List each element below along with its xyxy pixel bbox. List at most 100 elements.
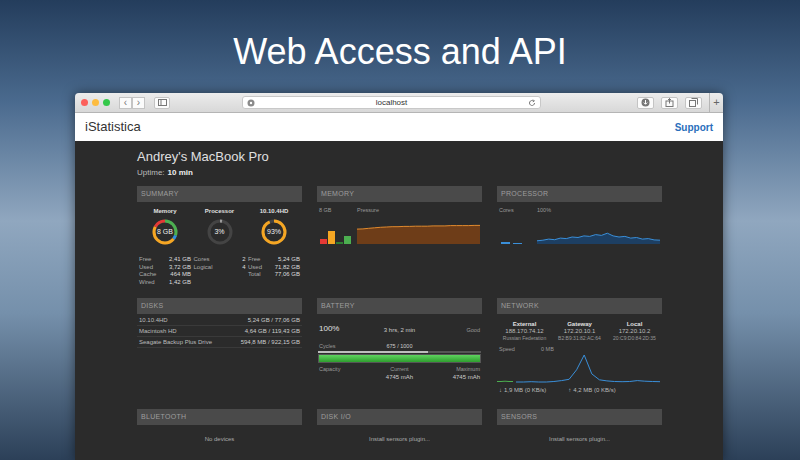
- disk-name: Macintosh HD: [139, 327, 177, 335]
- toolbar-button[interactable]: [661, 97, 678, 109]
- browser-toolbar: ‹› localhost +: [75, 93, 723, 113]
- current-capacity: 4745 mAh: [373, 373, 427, 381]
- address-label: Local: [627, 320, 643, 328]
- load-area: [537, 233, 660, 244]
- scale-label: 100%: [537, 207, 551, 214]
- window-button[interactable]: [92, 99, 99, 106]
- gauge-stats: Cores2Logical4: [194, 256, 246, 271]
- disk-io-panel: DISK I/OInstall sensors plugin...: [317, 409, 482, 443]
- stat-value: 2,41 GB: [169, 256, 191, 264]
- gauge-segment: [154, 221, 176, 243]
- stat-label: Used: [248, 264, 262, 272]
- hero-title: Web Access and API: [233, 30, 567, 93]
- address-ip: 172.20.10.2: [619, 328, 651, 335]
- sidebar-button[interactable]: [154, 97, 170, 109]
- toolbar-button[interactable]: [637, 97, 654, 109]
- capacity-spacer: [319, 373, 373, 381]
- support-link[interactable]: Support: [675, 120, 713, 135]
- stat-label: Free: [248, 256, 260, 264]
- address-detail: Russian Federation: [503, 335, 546, 342]
- gauge-label: Processor: [205, 207, 234, 215]
- window-button[interactable]: [81, 99, 88, 106]
- processor-panel: PROCESSORCores100%: [497, 186, 662, 290]
- panel-body: No devices: [137, 425, 302, 443]
- stat-value: 464 MB: [170, 271, 191, 279]
- pressure-label: Pressure: [357, 207, 379, 214]
- gauges: Memory8 GBFree2,41 GBUsed3,72 GBCache464…: [137, 202, 302, 286]
- panel-title: BLUETOOTH: [137, 409, 302, 425]
- disk-name: Seagate Backup Plus Drive: [139, 338, 212, 346]
- upload-series: [516, 355, 660, 382]
- battery-health: Good: [426, 326, 480, 334]
- gauge-track: [263, 221, 285, 243]
- panel-message: Install sensors plugin...: [317, 425, 482, 443]
- summary-panel: SUMMARYMemory8 GBFree2,41 GBUsed3,72 GBC…: [137, 186, 302, 290]
- cycles-row: Cycles675 / 1000: [317, 343, 482, 350]
- panel-body: 100%3 hrs, 2 minGood Cycles675 / 1000 Capa…: [317, 314, 482, 401]
- address-column: Gateway172.20.10.1B2:B9:31:82:AC:64: [552, 320, 607, 342]
- gauge-fill: [209, 221, 231, 243]
- disk-usage: 5,24 GB / 77,06 GB: [248, 316, 300, 324]
- sidebar-icon: [158, 99, 167, 106]
- gauge-arcs: [263, 221, 285, 243]
- battery-time: 3 hrs, 2 min: [373, 326, 427, 334]
- pressure-chart: [357, 217, 480, 244]
- address-ip: 188.170.74.12: [505, 328, 543, 335]
- capacity-label: Maximum: [426, 366, 480, 373]
- gauge-segment: [154, 221, 176, 243]
- upload-line: [516, 355, 660, 382]
- stat-label: Wired: [139, 279, 155, 287]
- hero: Web Access and API: [0, 0, 800, 93]
- core-bar: [513, 243, 522, 244]
- app-logo: iStatistica: [85, 117, 141, 137]
- gauge-color: [263, 221, 285, 243]
- stat-label: Total: [248, 271, 261, 279]
- disk-usage: 594,8 MB / 922,15 GB: [241, 338, 300, 346]
- panel-message: No devices: [137, 425, 302, 443]
- capacity-values: 4745 mAh4745 mAh: [317, 373, 482, 381]
- address-bar[interactable]: localhost: [242, 96, 541, 109]
- memory-bar: [344, 236, 351, 244]
- cycles-label: Cycles: [319, 343, 373, 350]
- address-detail: 20:C9:D0:84:2D:35: [613, 335, 656, 342]
- panel-body: External188.170.74.12Russian FederationG…: [497, 314, 662, 401]
- window-button[interactable]: [103, 99, 110, 106]
- gauge-value: 93%: [267, 228, 281, 236]
- new-tab-button[interactable]: +: [709, 93, 723, 113]
- panel-body: Cores100%: [497, 202, 662, 290]
- stat-label: Free: [139, 256, 151, 264]
- toolbar-button[interactable]: [685, 97, 702, 109]
- gauge-column: Memory8 GBFree2,41 GBUsed3,72 GBCache464…: [139, 207, 191, 286]
- memory-panel: MEMORY8 GBPressure: [317, 186, 482, 290]
- download-line: [497, 381, 513, 382]
- nav-button[interactable]: ›: [132, 97, 145, 109]
- stat-row: Total77,06 GB: [248, 271, 300, 279]
- stat-label: Cores: [194, 256, 210, 264]
- stat-row: Used71,82 GB: [248, 264, 300, 272]
- panel-title: BATTERY: [317, 298, 482, 314]
- panel-grid: SUMMARYMemory8 GBFree2,41 GBUsed3,72 GBC…: [137, 186, 723, 443]
- address-ip: 172.20.10.1: [564, 328, 596, 335]
- charge-track: [318, 354, 481, 363]
- scale-label: 0 MB: [541, 346, 554, 353]
- load-chart: [537, 217, 660, 244]
- nav-button[interactable]: ‹: [119, 97, 132, 109]
- stat-row: Free 2,41 GB: [139, 256, 191, 264]
- gauge-fill: [263, 221, 285, 243]
- capacity-label: Capacity: [319, 366, 373, 373]
- core-bars: [499, 217, 537, 244]
- stat-value: 2: [242, 256, 245, 264]
- gauge-stats: Free2,41 GBUsed3,72 GBCache464 MBWired1,…: [139, 256, 191, 286]
- cycles-value: 675 / 1000: [373, 343, 427, 350]
- gauge-ring: 3%: [206, 218, 234, 246]
- arrow-icon: ↑: [568, 386, 571, 394]
- panel-body: Memory8 GBFree2,41 GBUsed3,72 GBCache464…: [137, 202, 302, 290]
- pressure-line: [357, 225, 480, 229]
- memory-bars: [319, 217, 357, 244]
- battery-charge: 100%: [319, 324, 373, 334]
- stat-row: Wired1,42 GB: [139, 279, 191, 287]
- gauge-center: 8 GB: [151, 218, 179, 246]
- dashboard: Andrey's MacBook ProUptime:10 minSUMMARY…: [75, 141, 723, 460]
- addresses: External188.170.74.12Russian FederationG…: [497, 314, 662, 342]
- speed-label: Speed: [499, 346, 541, 353]
